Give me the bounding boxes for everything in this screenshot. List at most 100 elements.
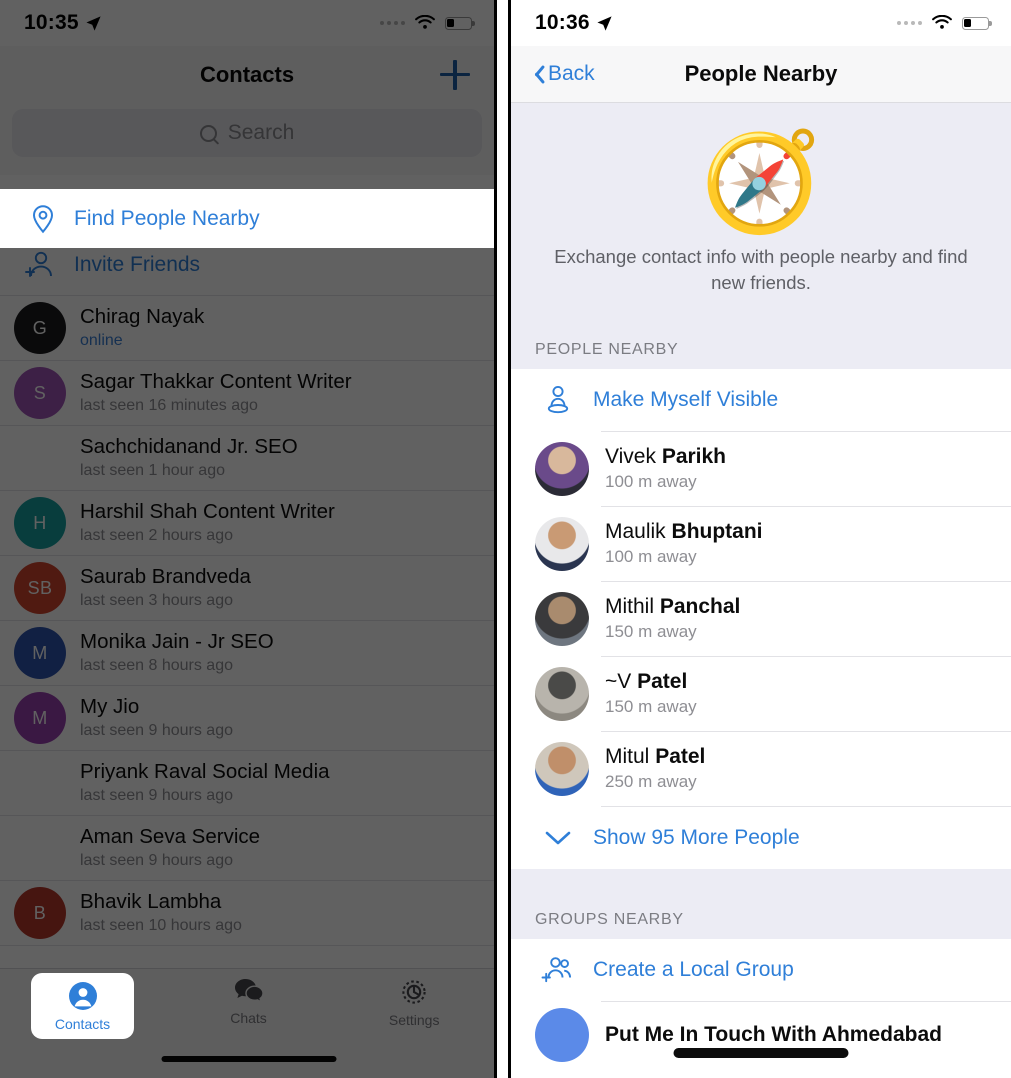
show-more-people-label: Show 95 More People <box>593 825 800 849</box>
find-people-nearby-label: Find People Nearby <box>74 206 260 230</box>
avatar: G <box>14 302 66 354</box>
contact-row[interactable]: Priyank Raval Social Media last seen 9 ho… <box>0 751 494 816</box>
contact-name: Sagar Thakkar Content Writer <box>80 370 352 394</box>
find-people-nearby-highlight: Find People Nearby <box>0 189 494 248</box>
tab-contacts[interactable]: Contacts <box>31 973 134 1039</box>
person-row[interactable]: Maulik Bhuptani 100 m away <box>511 507 1011 581</box>
person-name: Mithil Panchal <box>605 595 741 619</box>
contact-row[interactable]: M Monika Jain - Jr SEO last seen 8 hours a… <box>0 621 494 686</box>
person-text: Mithil Panchal 150 m away <box>605 595 740 642</box>
person-icon <box>68 981 97 1010</box>
create-local-group-row[interactable]: Create a Local Group <box>511 939 1011 1001</box>
contact-name: Saurab Brandveda <box>80 565 251 589</box>
back-label: Back <box>548 62 595 85</box>
person-distance: 250 m away <box>605 772 697 792</box>
person-name: ~V Patel <box>605 670 688 694</box>
person-text: ~V Patel 150 m away <box>605 670 697 717</box>
status-time-text-right: 10:36 <box>535 11 590 34</box>
contacts-nav-bar: Contacts <box>0 46 494 103</box>
group-name: Put Me In Touch With Ahmedabad <box>605 1022 942 1046</box>
contact-row[interactable]: Aman Seva Service last seen 9 hours ago <box>0 816 494 881</box>
contact-row[interactable]: S Sagar Thakkar Content Writer last seen 1… <box>0 361 494 426</box>
page-title: Contacts <box>199 61 295 87</box>
make-myself-visible-row[interactable]: Make Myself Visible <box>511 369 1011 431</box>
person-name: Maulik Bhuptani <box>605 520 763 544</box>
person-distance: 100 m away <box>605 472 697 492</box>
status-bar-left: 10:35 <box>0 0 494 46</box>
two-phone-screenshot: 10:35 Contacts Search Invite Friends G C… <box>0 0 1011 1078</box>
people-nearby-section-header: PEOPLE NEARBY <box>511 324 1011 369</box>
contact-text: Harshil Shah Content Writer last seen 2 h… <box>80 500 335 545</box>
home-indicator-left <box>161 1056 336 1062</box>
contact-row[interactable]: Sachchidanand Jr. SEO last seen 1 hour ag… <box>0 426 494 491</box>
contact-status: online <box>80 332 123 350</box>
home-indicator-right <box>673 1048 849 1058</box>
signal-dots-icon <box>897 21 922 25</box>
contact-name: Monika Jain - Jr SEO <box>80 630 274 654</box>
contact-rows-container: G Chirag Nayak online S Sagar Thakkar Conten… <box>0 296 494 946</box>
contact-status: last seen 10 hours ago <box>80 917 242 935</box>
create-local-group-label: Create a Local Group <box>593 957 794 981</box>
contact-status: last seen 2 hours ago <box>80 527 233 545</box>
search-placeholder: Search <box>227 121 295 144</box>
contact-name: Sachchidanand Jr. SEO <box>80 435 298 459</box>
people-nearby-screen: 10:36 Back People Nearby 🧭 Exchange cont… <box>508 0 1011 1078</box>
battery-icon <box>962 16 992 30</box>
location-pin-icon <box>30 204 56 234</box>
group-avatar <box>535 1007 589 1062</box>
contact-status: last seen 9 hours ago <box>80 852 233 870</box>
status-time-left: 10:35 <box>24 11 102 35</box>
person-row[interactable]: Mitul Patel 250 m away <box>511 732 1011 806</box>
chevron-left-icon <box>529 63 542 85</box>
contact-text: Chirag Nayak online <box>80 305 205 350</box>
contact-status: last seen 9 hours ago <box>80 722 233 740</box>
contact-text: Saurab Brandveda last seen 3 hours ago <box>80 565 251 610</box>
location-arrow-icon <box>597 15 612 31</box>
contact-status: last seen 8 hours ago <box>80 657 233 675</box>
contact-text: Sachchidanand Jr. SEO last seen 1 hour ag… <box>80 435 298 480</box>
contact-row[interactable]: H Harshil Shah Content Writer last seen 2 … <box>0 491 494 556</box>
hero-description: Exchange contact info with people nearby… <box>554 246 968 294</box>
tab-contacts-label: Contacts <box>54 1015 111 1032</box>
people-rows-container: Vivek Parikh 100 m away Maulik Bhuptani 100… <box>511 432 1011 807</box>
avatar <box>14 757 66 809</box>
contacts-screen: 10:35 Contacts Search Invite Friends G C… <box>0 0 497 1078</box>
person-name: Mitul Patel <box>605 745 706 769</box>
wifi-icon <box>415 15 435 29</box>
back-button[interactable]: Back <box>529 62 595 86</box>
show-more-people-row[interactable]: Show 95 More People <box>511 807 1011 869</box>
wifi-icon <box>932 15 952 29</box>
people-nearby-nav-bar: Back People Nearby <box>511 46 1011 103</box>
person-row[interactable]: Vivek Parikh 100 m away <box>511 432 1011 506</box>
contact-row[interactable]: B Bhavik Lambha last seen 10 hours ago <box>0 881 494 946</box>
location-arrow-icon <box>86 15 101 31</box>
avatar: SB <box>14 562 66 614</box>
contact-status: last seen 16 minutes ago <box>80 397 258 415</box>
groups-nearby-section-header: GROUPS NEARBY <box>511 894 1011 939</box>
person-row[interactable]: Mithil Panchal 150 m away <box>511 582 1011 656</box>
person-row[interactable]: ~V Patel 150 m away <box>511 657 1011 731</box>
contact-row[interactable]: G Chirag Nayak online <box>0 296 494 361</box>
person-distance: 150 m away <box>605 622 697 642</box>
person-avatar <box>535 516 589 571</box>
people-nearby-list: Make Myself Visible Vivek Parikh 100 m aw… <box>511 368 1011 869</box>
contact-row[interactable]: SB Saurab Brandveda last seen 3 hours ago <box>0 556 494 621</box>
person-distance: 150 m away <box>605 697 697 717</box>
contact-name: Chirag Nayak <box>80 305 205 329</box>
add-group-icon <box>541 955 575 985</box>
person-distance: 100 m away <box>605 547 697 567</box>
avatar: M <box>14 692 66 744</box>
add-person-icon <box>24 250 58 280</box>
search-icon <box>199 124 217 142</box>
contact-text: Monika Jain - Jr SEO last seen 8 hours ag… <box>80 630 274 675</box>
search-container: Search <box>0 103 494 175</box>
find-people-nearby-row[interactable]: Find People Nearby <box>0 189 494 248</box>
plus-icon[interactable] <box>440 59 470 90</box>
search-input[interactable]: Search <box>12 109 482 157</box>
contact-text: Priyank Raval Social Media last seen 9 ho… <box>80 760 330 805</box>
status-bar-right: 10:36 <box>511 0 1011 46</box>
contact-text: My Jio last seen 9 hours ago <box>80 695 233 740</box>
person-avatar <box>535 441 589 496</box>
contact-row[interactable]: M My Jio last seen 9 hours ago <box>0 686 494 751</box>
person-name: Vivek Parikh <box>605 445 727 469</box>
